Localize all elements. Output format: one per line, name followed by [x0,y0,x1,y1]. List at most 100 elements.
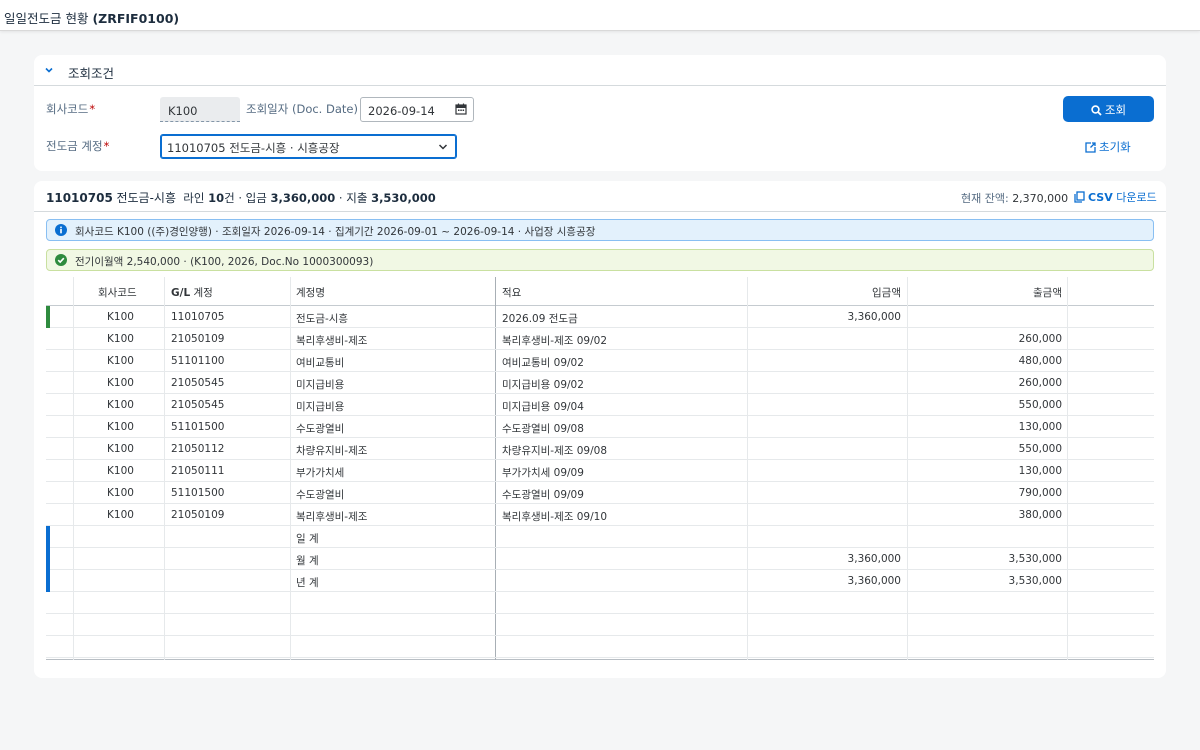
cell-company-code: K100 [107,487,134,499]
table-row[interactable]: K100 21050109 복리후생비-제조 복리후생비-제조 09/02 260,00… [46,328,1154,350]
result-panel: 11010705 전도금-시흥 라인 10건 · 입금 3,360,000 · … [34,181,1166,678]
cell-out-amount: 260,000 [1018,333,1062,345]
required-mark: * [89,102,96,116]
row-highlight-marker [46,328,50,350]
csv-download-button[interactable]: CSV 다운로드 [1074,189,1157,205]
cell-account-name: 부가가치세 [296,467,345,479]
table-row[interactable] [46,614,1154,636]
account-select[interactable]: 11010705 전도금-시흥 · 시흥공장 [160,134,457,159]
filter-header[interactable]: 조회조건 [34,55,1166,86]
cell-gl-account: 51101100 [171,355,225,367]
filter-title: 조회조건 [68,66,115,81]
account-select-value: 11010705 전도금-시흥 · 시흥공장 [167,141,340,155]
cell-description: 복리후생비-제조 09/10 [502,511,608,523]
reset-button-label: 초기화 [1099,140,1131,154]
out-total: 3,530,000 [371,191,436,205]
account-label: 전도금 계정* [46,139,110,153]
row-highlight-marker [46,592,50,614]
cell-out-amount: 130,000 [1018,421,1062,433]
row-highlight-marker [46,548,50,570]
row-highlight-marker [46,482,50,504]
col-gl-account[interactable]: G/L 계정 [171,285,213,300]
reset-button[interactable]: 초기화 [1085,139,1131,155]
table-row[interactable]: K100 51101100 여비교통비 여비교통비 09/02 480,000 [46,350,1154,372]
cell-gl-account: 21050545 [171,399,225,411]
cell-description: 여비교통비 09/02 [502,357,584,369]
cell-company-code: K100 [107,465,134,477]
search-button[interactable]: 조회 [1063,96,1154,122]
cell-account-name: 복리후생비-제조 [296,511,368,523]
cell-out-amount: 550,000 [1018,399,1062,411]
search-button-label: 조회 [1104,103,1127,117]
row-highlight-marker [46,372,50,394]
row-highlight-marker [46,394,50,416]
row-highlight-marker [46,350,50,372]
doc-date-field[interactable]: 2026-09-14 [360,97,474,122]
info-message-text: 회사코드 K100 ((주)경인양행) · 조회일자 2026-09-14 · … [75,226,596,238]
calendar-icon[interactable] [455,103,467,115]
cell-account-name: 미지급비용 [296,379,345,391]
cell-company-code: K100 [107,333,134,345]
table-row[interactable]: K100 11010705 전도금-시흥 2026.09 전도금 3,360,000 [46,306,1154,328]
summary-out: · 지출 [338,191,368,205]
table-row[interactable]: 일 계 [46,526,1154,548]
col-in-amount[interactable]: 입금액 [872,285,901,300]
result-header: 11010705 전도금-시흥 라인 10건 · 입금 3,360,000 · … [34,181,1166,212]
col-description[interactable]: 적요 [502,285,521,300]
cell-description: 차량유지비-제조 09/08 [502,445,608,457]
cell-description: 복리후생비-제조 09/02 [502,335,608,347]
cell-account-name: 수도광열비 [296,423,345,435]
cell-in-amount: 3,360,000 [847,575,901,587]
table-row[interactable]: 년 계 3,360,000 3,530,000 [46,570,1154,592]
cell-company-code: K100 [107,421,134,433]
table-row[interactable]: K100 51101500 수도광열비 수도광열비 09/08 130,000 [46,416,1154,438]
cell-company-code: K100 [107,509,134,521]
info-icon [55,224,67,236]
table-row[interactable]: K100 21050545 미지급비용 미지급비용 09/04 550,000 [46,394,1154,416]
cell-in-amount: 3,360,000 [847,553,901,565]
row-highlight-marker [46,614,50,636]
cell-company-code: K100 [107,355,134,367]
summary-prefix: 라인 [183,191,205,205]
cell-out-amount: 260,000 [1018,377,1062,389]
cell-account-name: 여비교통비 [296,357,345,369]
table-row[interactable]: K100 21050545 미지급비용 미지급비용 09/02 260,000 [46,372,1154,394]
required-mark: * [103,139,110,153]
table-row[interactable]: K100 21050111 부가가치세 부가가치세 09/09 130,000 [46,460,1154,482]
cell-gl-account: 21050109 [171,509,225,521]
cell-description: 부가가치세 09/09 [502,467,584,479]
col-account-name[interactable]: 계정명 [296,285,325,300]
summary-mid: 건 · 입금 [224,191,267,205]
table-row[interactable]: K100 21050109 복리후생비-제조 복리후생비-제조 09/10 380,00… [46,504,1154,526]
row-highlight-marker [46,460,50,482]
search-icon [1091,105,1102,116]
cell-description: 미지급비용 09/04 [502,401,584,413]
app-code: (ZRFIF0100) [92,11,180,26]
dropdown-arrow-icon[interactable] [438,143,448,151]
cell-company-code: K100 [107,311,134,323]
csv-suffix: 다운로드 [1116,191,1157,204]
cell-gl-account: 11010705 [171,311,225,323]
table-row[interactable] [46,592,1154,614]
carry-forward-strip: 전기이월액 2,540,000 · (K100, 2026, Doc.No 10… [46,249,1154,271]
chevron-down-icon[interactable] [44,65,54,75]
table-row[interactable]: 월 계 3,360,000 3,530,000 [46,548,1154,570]
account-name: 전도금-시흥 [116,191,176,205]
cell-description: 미지급비용 09/02 [502,379,584,391]
success-icon [55,254,67,266]
cell-description: 수도광열비 09/08 [502,423,584,435]
col-out-amount[interactable]: 출금액 [1033,285,1062,300]
cell-account-name: 수도광열비 [296,489,345,501]
company-code-field: K100 [160,97,240,122]
table-row[interactable]: K100 21050112 차량유지비-제조 차량유지비-제조 09/08 550,00… [46,438,1154,460]
table-row[interactable]: K100 51101500 수도광열비 수도광열비 09/09 790,000 [46,482,1154,504]
cell-account-name: 월 계 [296,555,319,567]
cell-out-amount: 550,000 [1018,443,1062,455]
cell-account-name: 차량유지비-제조 [296,445,368,457]
col-company-code[interactable]: 회사코드 [98,285,137,300]
app-title: 일일전도금 현황 (ZRFIF0100) [4,8,179,27]
balance-label: 현재 잔액: [961,192,1009,205]
table-row[interactable] [46,636,1154,658]
csv-download-icon [1074,191,1085,203]
ledger-table: 회사코드 G/L 계정 계정명 적요 입금액 출금액 K100 11010705 전… [46,277,1154,660]
